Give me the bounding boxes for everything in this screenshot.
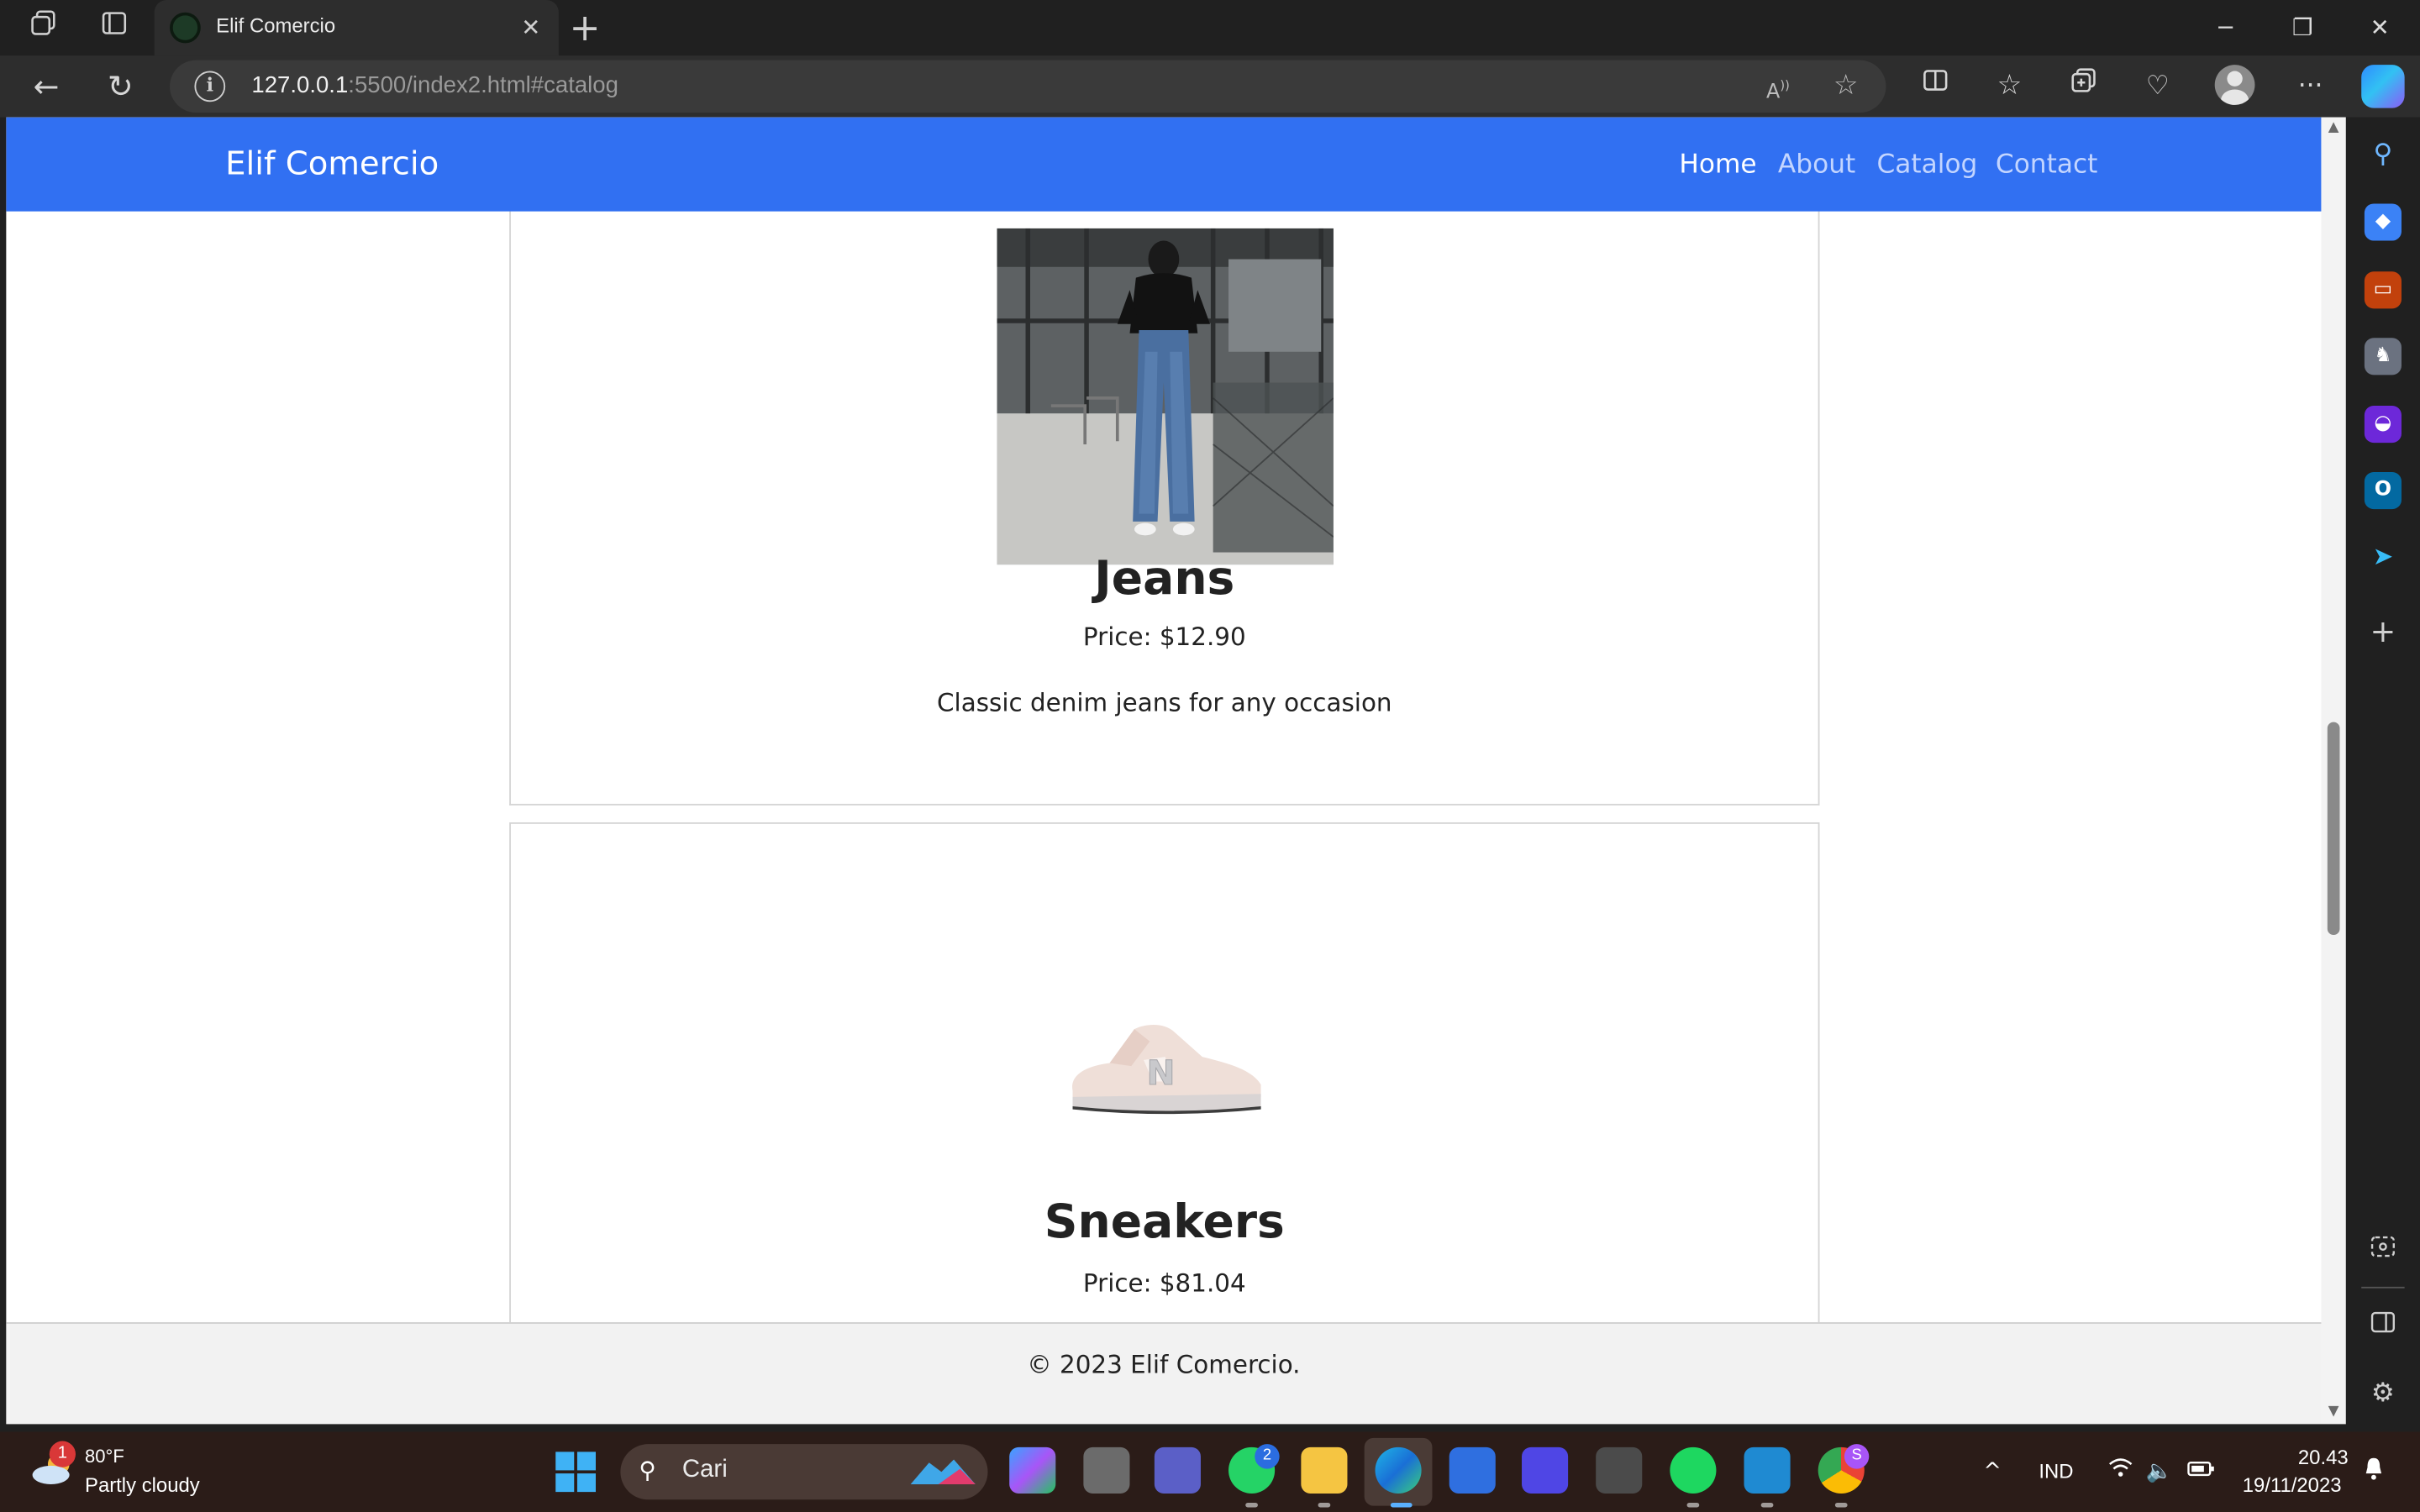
sneakers-image: N: [1064, 1020, 1267, 1121]
site-navbar: Elif Comercio Home About Catalog Contact: [6, 117, 2322, 212]
workspaces-icon[interactable]: [24, 9, 61, 46]
url-host: 127.0.0.1: [251, 72, 349, 99]
copilot-app-icon[interactable]: [1009, 1446, 1056, 1494]
screenshot-icon[interactable]: [2365, 1233, 2402, 1270]
page-scrollbar[interactable]: ▲ ▼: [2321, 117, 2346, 1425]
weather-condition[interactable]: Partly cloudy: [85, 1473, 200, 1497]
collections-icon[interactable]: [2062, 66, 2105, 107]
footer-copyright: © 2023 Elif Comercio.: [1027, 1350, 1301, 1380]
file-explorer-icon[interactable]: [1301, 1446, 1348, 1494]
close-window-icon[interactable]: ✕: [2344, 6, 2415, 49]
site-brand[interactable]: Elif Comercio: [225, 145, 439, 182]
running-indicator: [1760, 1502, 1774, 1508]
copilot-icon[interactable]: [2361, 65, 2405, 108]
search-icon: ⚲: [639, 1456, 656, 1484]
search-placeholder: Cari: [681, 1456, 728, 1483]
active-indicator: [1390, 1502, 1413, 1508]
close-tab-icon[interactable]: ✕: [513, 9, 550, 46]
drop-send-icon[interactable]: ➤: [2365, 538, 2402, 575]
battery-icon[interactable]: [2186, 1457, 2217, 1488]
product-name: Jeans: [1094, 552, 1235, 606]
volume-icon[interactable]: 🔈: [2144, 1457, 2175, 1488]
search-highlight-illustration: [908, 1453, 978, 1490]
running-indicator: [1245, 1502, 1258, 1508]
whatsapp-badge: 2: [1255, 1444, 1280, 1469]
wifi-icon[interactable]: [2105, 1457, 2136, 1488]
product-price: Price: $81.04: [1082, 1268, 1246, 1298]
chrome-profile-badge: S: [1844, 1444, 1870, 1469]
scroll-down-icon[interactable]: ▼: [2321, 1401, 2345, 1423]
browser-essentials-icon[interactable]: ♡: [2136, 66, 2179, 107]
taskbar-search-box[interactable]: ⚲ Cari: [620, 1444, 988, 1500]
read-aloud-icon[interactable]: A)): [1760, 68, 1797, 105]
edge-sidebar: ⚲ ◆ ▭ ♞ ◒ O ➤ + ⚙: [2345, 117, 2420, 1425]
tab-title: Elif Comercio: [216, 13, 336, 38]
tab-actions-icon[interactable]: [96, 9, 133, 46]
sidebar-divider: [2361, 1286, 2405, 1289]
input-language[interactable]: IND: [2039, 1460, 2073, 1483]
show-hidden-icons-chevron-icon[interactable]: ^: [1977, 1457, 2008, 1488]
clock-date[interactable]: 19/11/2023: [2243, 1473, 2342, 1497]
notification-bell-icon[interactable]: [2359, 1457, 2390, 1488]
store-icon[interactable]: [1449, 1446, 1496, 1494]
nav-catalog[interactable]: Catalog: [1876, 150, 1977, 181]
jeans-image: [997, 228, 1334, 571]
tools-icon[interactable]: ▭: [2364, 271, 2402, 309]
refresh-icon[interactable]: ↻: [99, 66, 142, 107]
weather-badge: 1: [49, 1441, 76, 1467]
address-bar[interactable]: i 127.0.0.1:5500/index2.html#catalog A))…: [170, 60, 1886, 113]
camera-icon[interactable]: [1596, 1446, 1643, 1494]
site-favicon-icon: [170, 12, 201, 44]
browser-title-bar: Elif Comercio ✕ + ─ ❐ ✕: [0, 0, 2420, 56]
markdown-app-icon[interactable]: [1522, 1446, 1569, 1494]
search-icon[interactable]: ⚲: [2365, 136, 2402, 173]
copilot-sidebar-icon[interactable]: ◒: [2364, 406, 2402, 444]
site-info-icon[interactable]: i: [194, 71, 226, 102]
product-name: Sneakers: [1044, 1195, 1285, 1250]
restore-icon[interactable]: ❐: [2267, 6, 2338, 49]
url-path: :5500/index2.html#catalog: [348, 72, 618, 99]
profile-avatar[interactable]: [2214, 65, 2255, 105]
product-description: Classic denim jeans for any occasion: [937, 688, 1392, 718]
scroll-thumb[interactable]: [2327, 722, 2340, 936]
start-windows-icon[interactable]: [555, 1452, 596, 1493]
edge-icon[interactable]: [1375, 1446, 1422, 1494]
web-page-viewport: Jeans Price: $12.90 Classic denim jeans …: [6, 117, 2346, 1425]
vscode-icon[interactable]: [1744, 1446, 1791, 1494]
new-tab-icon[interactable]: +: [566, 9, 603, 46]
nav-about[interactable]: About: [1778, 150, 1855, 181]
spotify-icon[interactable]: [1670, 1446, 1717, 1494]
running-indicator: [1318, 1502, 1331, 1508]
outlook-icon[interactable]: O: [2364, 472, 2402, 510]
running-indicator: [1834, 1502, 1848, 1508]
product-card-jeans: Jeans Price: $12.90 Classic denim jeans …: [509, 179, 1820, 806]
nav-home[interactable]: Home: [1679, 150, 1756, 181]
add-sidebar-app-icon[interactable]: +: [2365, 612, 2402, 649]
hide-sidebar-icon[interactable]: [2365, 1309, 2402, 1346]
games-icon[interactable]: ♞: [2364, 338, 2402, 375]
shopping-tag-icon[interactable]: ◆: [2364, 203, 2402, 241]
more-options-icon[interactable]: ···: [2289, 66, 2332, 107]
product-card-sneakers: N Sneakers Price: $81.04: [509, 822, 1820, 1347]
tab-elif-comercio[interactable]: Elif Comercio ✕: [154, 0, 559, 56]
browser-toolbar: ← ↻ i 127.0.0.1:5500/index2.html#catalog…: [0, 55, 2420, 118]
settings-gear-icon[interactable]: ⚙: [2365, 1375, 2402, 1412]
scroll-up-icon[interactable]: ▲: [2321, 118, 2345, 139]
nav-contact[interactable]: Contact: [1996, 150, 2097, 181]
favorite-star-icon[interactable]: ☆: [1828, 68, 1865, 105]
svg-text:N: N: [1147, 1053, 1176, 1093]
back-icon[interactable]: ←: [24, 66, 67, 107]
site-footer: © 2023 Elif Comercio.: [6, 1322, 2322, 1425]
teams-icon[interactable]: [1154, 1446, 1201, 1494]
weather-temperature[interactable]: 80°F: [85, 1446, 124, 1467]
favorites-icon[interactable]: ☆: [1988, 66, 2031, 107]
minimize-icon[interactable]: ─: [2190, 6, 2260, 49]
product-price: Price: $12.90: [1082, 622, 1246, 652]
split-screen-icon[interactable]: [1914, 66, 1957, 107]
clock-time[interactable]: 20.43: [2298, 1446, 2349, 1469]
windows-taskbar: 1 80°F Partly cloudy ⚲ Cari 2 S ^ IND 🔈 …: [0, 1431, 2420, 1512]
running-indicator: [1686, 1502, 1700, 1508]
url-text[interactable]: 127.0.0.1:5500/index2.html#catalog: [251, 72, 618, 98]
task-view-icon[interactable]: [1083, 1446, 1130, 1494]
